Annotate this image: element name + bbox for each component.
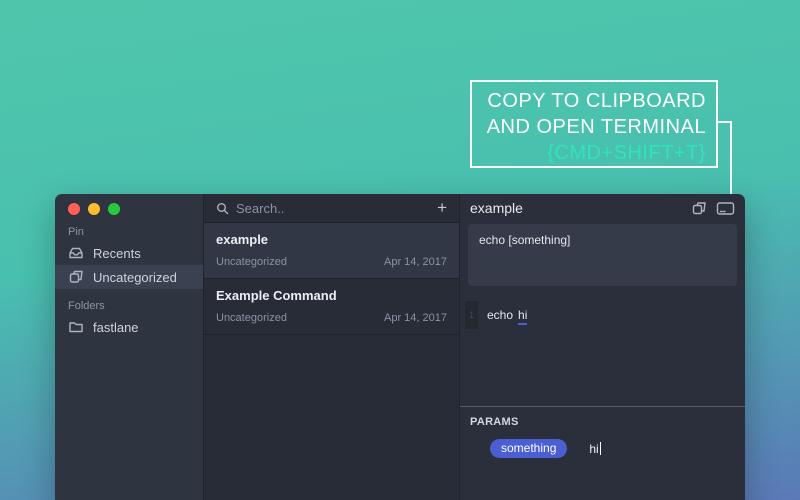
sidebar-item-label: fastlane [93,319,139,335]
param-chip[interactable]: something [490,439,568,458]
copy-to-clipboard-icon[interactable] [691,201,707,216]
snippet-code-editor[interactable]: echo [something] [468,224,737,286]
folder-icon [69,322,83,333]
detail-panel: example echo [something] 1 echo hi PARAMS… [460,194,745,500]
list-item[interactable]: Example Command Uncategorized Apr 14, 20… [204,279,459,335]
param-value-text: hi [589,441,599,456]
sidebar-item-uncategorized[interactable]: Uncategorized [55,265,203,289]
callout-shortcut: {CMD+SHIFT+T} [547,142,706,164]
callout-line-1: COPY TO CLIPBOARD [487,90,706,112]
list-item-date: Apr 14, 2017 [384,312,447,324]
traffic-lights [55,194,203,215]
list-item-category: Uncategorized [216,256,287,268]
sidebar-item-label: Uncategorized [93,269,177,285]
open-terminal-icon[interactable] [716,201,735,216]
snippet-list-column: + example Uncategorized Apr 14, 2017 Exa… [203,194,460,500]
preview-row: 1 echo hi [460,301,745,329]
list-item-category: Uncategorized [216,312,287,324]
add-folder-button[interactable]: + [67,495,78,500]
sidebar-section-pin: Pin [68,226,84,238]
zoom-window-button[interactable] [108,203,120,215]
app-window: Pin Recents Uncategorized Folders fastla… [55,194,745,500]
preview-command: echo [487,308,514,322]
line-number-gutter: 1 [465,301,478,329]
text-caret [599,441,601,455]
search-bar: + [204,194,459,222]
copy-pages-icon [69,270,83,283]
add-snippet-button[interactable]: + [437,198,447,218]
param-value-input[interactable]: hi [589,441,601,456]
sidebar-item-fastlane[interactable]: fastlane [55,315,203,339]
callout-annotation: COPY TO CLIPBOARD AND OPEN TERMINAL {CMD… [470,80,718,168]
params-label: PARAMS [470,416,519,428]
list-item-date: Apr 14, 2017 [384,256,447,268]
search-icon [217,202,229,214]
list-item-title: Example Command [216,288,337,303]
list-item-title: example [216,232,269,247]
close-window-button[interactable] [68,203,80,215]
detail-header: example [460,194,745,222]
minimize-window-button[interactable] [88,203,100,215]
sidebar-item-recents[interactable]: Recents [55,241,203,265]
snippet-code-text: echo [something] [479,233,571,247]
sidebar-section-folders: Folders [68,300,105,312]
search-input[interactable] [236,200,431,216]
inbox-icon [69,247,83,259]
sidebar: Pin Recents Uncategorized Folders fastla… [55,194,203,500]
list-item[interactable]: example Uncategorized Apr 14, 2017 [204,222,459,279]
sidebar-item-label: Recents [93,245,141,261]
params-section: PARAMS something hi [460,406,745,458]
detail-title: example [470,200,523,216]
preview-param-value: hi [518,308,528,325]
callout-connector-vertical [730,121,732,199]
callout-line-2: AND OPEN TERMINAL [486,116,706,138]
